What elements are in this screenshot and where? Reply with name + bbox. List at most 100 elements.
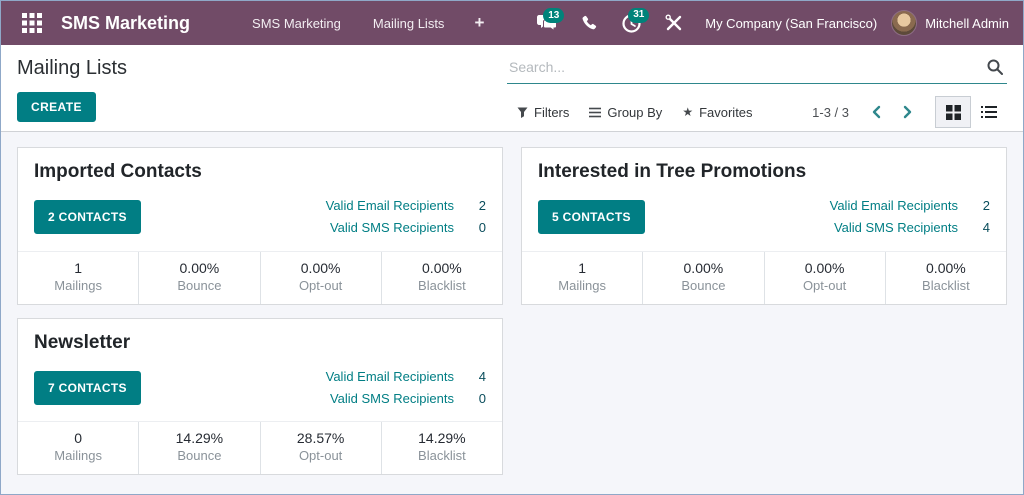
group-by-button[interactable]: Group By [579,99,672,126]
pager-next-button[interactable] [895,101,921,123]
stat-mailings[interactable]: 1 Mailings [522,252,642,304]
phone-icon [582,15,597,29]
valid-sms-recipients-label[interactable]: Valid SMS Recipients [330,219,454,238]
stat-mailings[interactable]: 1 Mailings [18,252,138,304]
pager: 1-3 / 3 [812,101,921,123]
stat-value: 28.57% [296,430,345,447]
search-submit-button[interactable] [985,59,1005,75]
user-name: Mitchell Admin [925,15,1009,31]
stat-opt-out[interactable]: 28.57% Opt-out [259,422,381,475]
stat-opt-out[interactable]: 0.00% Opt-out [763,251,885,304]
stat-label: Blacklist [418,448,466,464]
search-options-row: Filters Group By ★ Favorites 1-3 / 3 [507,96,1007,128]
search-icon [987,59,1003,75]
stat-blacklist[interactable]: 0.00% Blacklist [884,251,1006,304]
recipients-block: Valid Email Recipients 2 Valid SMS Recip… [326,197,486,238]
create-button[interactable]: CREATE [17,92,96,122]
view-switcher [935,96,1007,128]
pager-range: 1-3 / 3 [812,104,849,120]
favorites-label: Favorites [699,104,753,120]
kanban-grid-icon [945,104,961,120]
valid-sms-recipients-label[interactable]: Valid SMS Recipients [834,219,958,238]
user-menu[interactable]: Mitchell Admin [891,10,1009,36]
stat-bounce[interactable]: 0.00% Bounce [138,251,259,304]
stat-label: Blacklist [922,277,970,293]
recipients-block: Valid Email Recipients 2 Valid SMS Recip… [830,197,990,238]
new-mailing-button[interactable]: + [460,4,498,42]
contacts-button[interactable]: 2 CONTACTS [34,200,141,235]
card-stats: 1 Mailings 0.00% Bounce 0.00% Opt-out 0.… [522,250,1006,304]
mailing-list-card-tree-promotions[interactable]: Interested in Tree Promotions 5 CONTACTS… [521,147,1007,305]
recipients-block: Valid Email Recipients 4 Valid SMS Recip… [326,368,486,409]
stat-label: Mailings [558,277,606,293]
kanban-view-button[interactable] [935,96,971,128]
activities-button[interactable]: 31 [610,7,653,39]
stat-value: 0.00% [422,259,462,276]
page-title: Mailing Lists [17,57,128,79]
odoo-window: SMS Marketing SMS Marketing Mailing List… [0,0,1024,495]
tools-button[interactable] [653,8,695,38]
filters-button[interactable]: Filters [507,99,579,126]
stat-label: Opt-out [802,277,847,293]
kanban-view: Imported Contacts 2 CONTACTS Valid Email… [1,132,1023,494]
apps-grid-icon [22,13,42,33]
pager-previous-button[interactable] [863,101,889,123]
stat-label: Mailings [54,277,102,293]
valid-email-recipients-label[interactable]: Valid Email Recipients [326,368,454,387]
chevron-left-icon [872,105,881,119]
valid-sms-recipients-value: 0 [478,390,486,406]
top-navbar: SMS Marketing SMS Marketing Mailing List… [1,1,1023,45]
card-title[interactable]: Imported Contacts [34,161,486,183]
contacts-button[interactable]: 5 CONTACTS [538,200,645,235]
stat-mailings[interactable]: 0 Mailings [18,422,138,474]
company-switcher[interactable]: My Company (San Francisco) [695,16,891,31]
card-title[interactable]: Newsletter [34,332,486,354]
mailing-list-card-imported-contacts[interactable]: Imported Contacts 2 CONTACTS Valid Email… [17,147,503,305]
valid-email-recipients-label[interactable]: Valid Email Recipients [326,197,454,216]
stat-bounce[interactable]: 0.00% Bounce [642,251,763,304]
stat-opt-out[interactable]: 0.00% Opt-out [259,251,381,304]
search-input[interactable] [509,59,985,75]
stat-value: 0.00% [300,259,341,276]
mailing-list-card-newsletter[interactable]: Newsletter 7 CONTACTS Valid Email Recipi… [17,317,503,476]
messages-button[interactable]: 13 [525,8,569,38]
app-name[interactable]: SMS Marketing [61,13,190,34]
user-avatar [891,10,918,36]
stat-value: 0.00% [926,259,966,276]
stat-bounce[interactable]: 14.29% Bounce [138,422,259,475]
stat-label: Opt-out [298,277,343,293]
stat-blacklist[interactable]: 0.00% Blacklist [380,251,502,304]
search-bar [507,55,1007,84]
group-by-lines-icon [589,107,602,117]
stat-label: Bounce [177,448,222,464]
stat-value: 14.29% [175,430,224,447]
stat-value: 0.00% [683,259,724,276]
list-view-button[interactable] [971,96,1007,128]
plus-icon: + [474,13,485,32]
valid-email-recipients-value: 2 [982,198,990,213]
valid-email-recipients-value: 2 [478,198,486,213]
chevron-right-icon [903,105,912,119]
valid-sms-recipients-value: 0 [478,219,486,235]
stat-value: 1 [578,259,587,276]
stat-label: Opt-out [298,448,343,464]
stat-value: 0 [74,430,83,447]
control-panel: Mailing Lists CREATE Filters [1,45,1023,132]
favorites-button[interactable]: ★ Favorites [672,99,762,126]
stat-value: 0.00% [804,259,845,276]
card-stats: 0 Mailings 14.29% Bounce 28.57% Opt-out … [18,421,502,475]
menu-item-mailing-lists[interactable]: Mailing Lists [357,3,461,44]
stat-blacklist[interactable]: 14.29% Blacklist [380,422,502,475]
valid-sms-recipients-label[interactable]: Valid SMS Recipients [330,390,454,409]
menu-item-sms-marketing[interactable]: SMS Marketing [236,3,357,44]
contacts-button[interactable]: 7 CONTACTS [34,371,141,406]
stat-value: 14.29% [418,430,466,447]
filter-funnel-icon [517,107,528,118]
valid-email-recipients-label[interactable]: Valid Email Recipients [830,197,958,216]
list-lines-icon [981,106,997,118]
apps-menu-button[interactable] [17,8,47,38]
stat-label: Bounce [177,277,222,293]
card-title[interactable]: Interested in Tree Promotions [538,161,990,183]
calls-button[interactable] [569,9,610,38]
activities-badge: 31 [628,7,650,23]
